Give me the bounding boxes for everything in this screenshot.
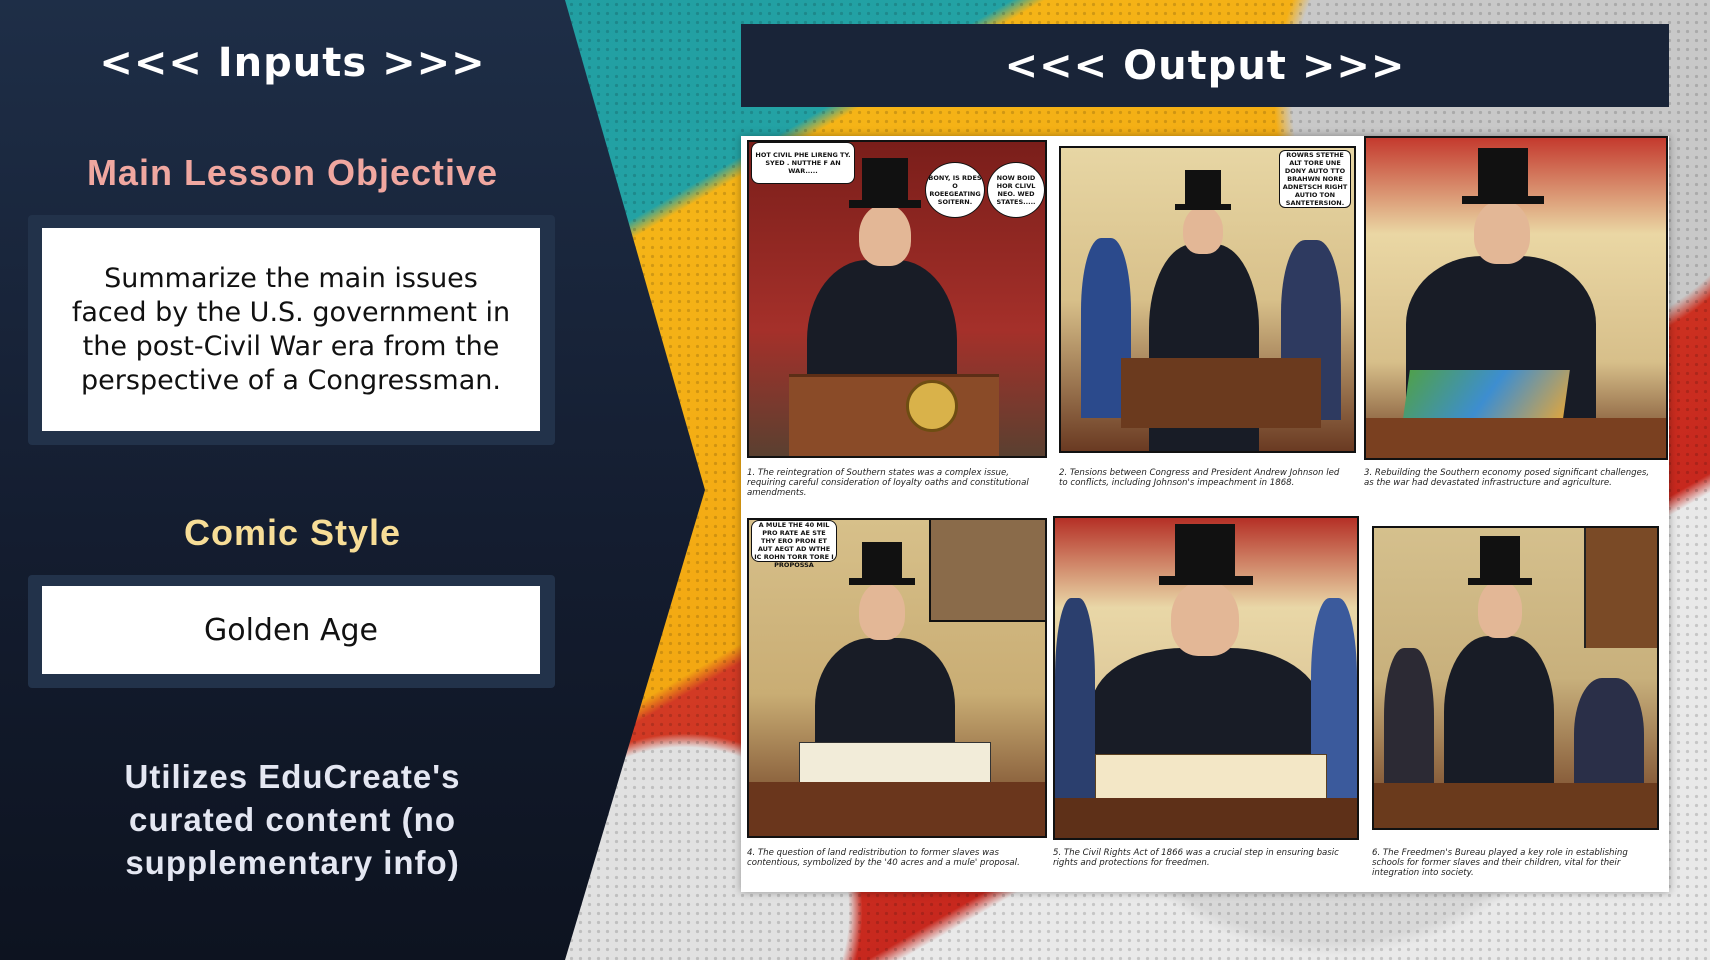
speech-bubble: BONY, IS RDES O ROEEGEATING SOITERN. <box>925 162 985 218</box>
speech-bubble: HOT CIVIL PHE LIRENG TY. SYED . NUTTHE F… <box>751 142 855 184</box>
comic-panel-4: THE A ACRES AND O A MULE THE 40 MIL PRO … <box>747 518 1047 838</box>
comic-panel-1: HOT CIVIL PHE LIRENG TY. SYED . NUTTHE F… <box>747 140 1047 458</box>
comic-panel-6 <box>1372 526 1659 830</box>
panel-5-caption: 5. The Civil Rights Act of 1866 was a cr… <box>1053 848 1339 868</box>
inputs-heading: <<< Inputs >>> <box>99 40 486 86</box>
style-label: Comic Style <box>183 512 402 553</box>
objective-text: Summarize the main issues faced by the U… <box>71 262 511 396</box>
style-value: Golden Age <box>203 612 378 648</box>
speech-bubble: NOW BOID HOR CLIVL NEO. WED STATES..... <box>987 162 1045 218</box>
output-heading: <<< Output >>> <box>741 24 1669 107</box>
comic-panel-5 <box>1053 516 1359 840</box>
speech-bubble: THE A ACRES AND O A MULE THE 40 MIL PRO … <box>751 520 837 569</box>
comic-output-sheet: HOT CIVIL PHE LIRENG TY. SYED . NUTTHE F… <box>741 136 1669 892</box>
curated-content-note: Utilizes EduCreate's curated content (no… <box>124 758 461 881</box>
panel-6-caption: 6. The Freedmen's Bureau played a key ro… <box>1372 848 1628 878</box>
comic-panel-2: ROWRS STETHE ALT TORE UNE DONY AUTO TTO … <box>1059 146 1356 453</box>
panel-4-caption: 4. The question of land redistribution t… <box>747 848 1020 868</box>
objective-card: Summarize the main issues faced by the U… <box>42 228 540 431</box>
comic-panel-3 <box>1364 136 1668 460</box>
objective-label: Main Lesson Objective <box>86 152 499 193</box>
panel-1-caption: 1. The reintegration of Southern states … <box>747 468 1029 498</box>
speech-bubble: ROWRS STETHE ALT TORE UNE DONY AUTO TTO … <box>1279 150 1351 208</box>
panel-3-caption: 3. Rebuilding the Southern economy posed… <box>1364 468 1650 488</box>
panel-2-caption: 2. Tensions between Congress and Preside… <box>1059 468 1340 488</box>
style-card: Golden Age <box>42 586 540 674</box>
